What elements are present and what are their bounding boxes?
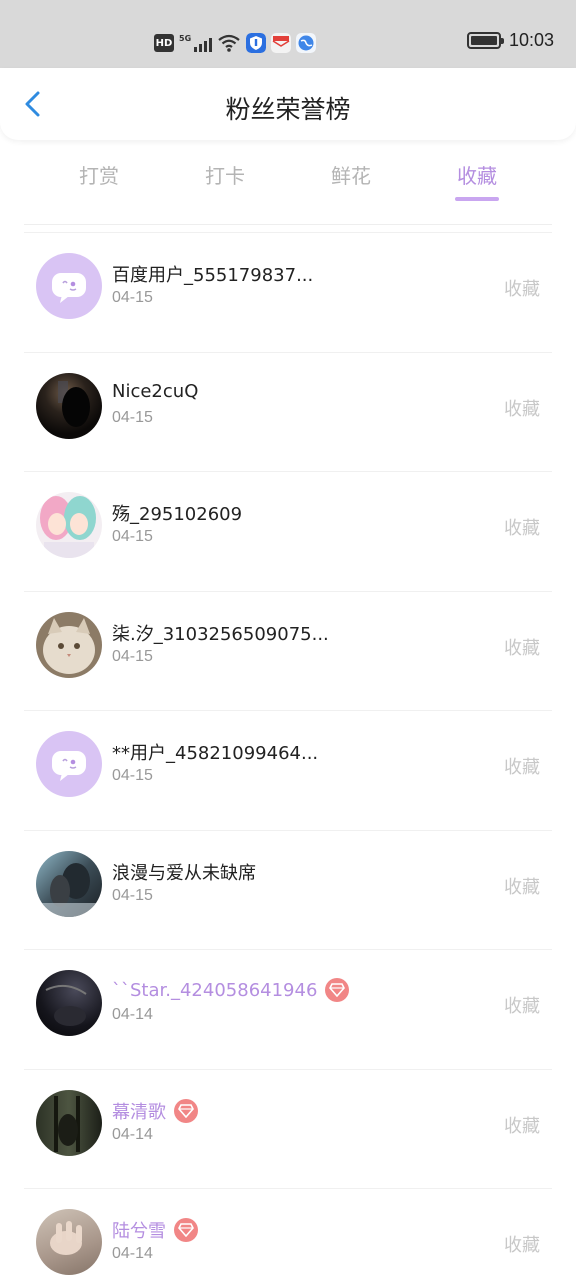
avatar[interactable]: [36, 611, 102, 678]
diamond-icon: [174, 1218, 198, 1242]
wifi-icon: [218, 34, 240, 52]
username: 陆兮雪: [112, 1217, 198, 1243]
avatar[interactable]: [36, 1209, 102, 1275]
username: 殇_295102609: [112, 504, 243, 525]
list-item[interactable]: 陆兮雪 04-14 收藏: [24, 1188, 552, 1280]
list-item[interactable]: 柒.汐_3103256509075... 04-15 收藏: [24, 590, 552, 711]
tab-favorites[interactable]: 收藏: [437, 160, 517, 189]
dark-night-image: [45, 984, 87, 1026]
list-item[interactable]: **用户_45821099464... 04-15 收藏: [24, 710, 552, 830]
header: 粉丝荣誉榜: [0, 68, 576, 140]
network-type: 5G: [179, 34, 192, 43]
divider: [24, 224, 552, 225]
chat-bubble-icon: [52, 751, 86, 781]
avatar[interactable]: [36, 1089, 102, 1156]
date: 04-14: [112, 1006, 153, 1023]
chat-bubble-icon: [52, 273, 86, 303]
clock: 10:03: [508, 30, 554, 50]
favorite-label: 收藏: [504, 1235, 540, 1256]
username: 幕清歌: [112, 1098, 198, 1124]
favorite-label: 收藏: [504, 996, 540, 1017]
diamond-icon: [325, 978, 350, 1002]
cat-image: [43, 617, 95, 674]
globe-app-icon: [296, 33, 317, 53]
username: Nice2cuQ: [112, 380, 199, 402]
avatar[interactable]: [36, 731, 102, 797]
username: 百度用户_555179837...: [112, 265, 314, 286]
status-icons: HD 5G: [154, 32, 317, 54]
avatar[interactable]: [36, 850, 102, 917]
status-right: 10:03: [466, 30, 554, 51]
tab-flowers[interactable]: 鲜花: [311, 160, 391, 189]
username: 柒.汐_3103256509075...: [112, 623, 329, 645]
hd-indicator: HD: [154, 34, 174, 52]
anime-girls-image: [40, 496, 96, 558]
avatar[interactable]: [36, 372, 102, 439]
date: 04-15: [112, 647, 153, 665]
shield-app-icon: [246, 33, 267, 53]
list-item[interactable]: 殇_295102609 04-15 收藏: [24, 471, 552, 591]
fan-list: 百度用户_555179837... 04-15 收藏 Nice2cuQ 04-1…: [0, 232, 576, 1280]
list-item[interactable]: 浪漫与爱从未缺席 04-15 收藏: [24, 829, 552, 950]
diamond-icon: [174, 1098, 198, 1123]
tab-bar: 打赏 打卡 鲜花 收藏: [0, 140, 576, 224]
avatar[interactable]: [36, 492, 102, 558]
list-item[interactable]: Nice2cuQ 04-15 收藏: [24, 351, 552, 472]
mail-app-icon: [271, 33, 292, 53]
battery-icon: [466, 32, 504, 49]
favorite-label: 收藏: [504, 279, 540, 300]
list-item[interactable]: ``Star._424058641946 04-14 收藏: [24, 949, 552, 1069]
status-bar: HD 5G 10:03: [0, 0, 576, 68]
favorite-label: 收藏: [504, 757, 540, 778]
tab-checkin[interactable]: 打卡: [185, 160, 265, 189]
dark-room-image: [54, 1095, 80, 1152]
date: 04-15: [112, 886, 153, 904]
tab-reward[interactable]: 打赏: [59, 160, 139, 189]
favorite-label: 收藏: [504, 637, 540, 659]
date: 04-15: [112, 408, 153, 426]
hand-photo-image: [50, 1221, 82, 1255]
date: 04-15: [112, 528, 153, 545]
date: 04-15: [112, 767, 153, 784]
dark-photo-image: [58, 380, 90, 427]
username: **用户_45821099464...: [112, 743, 319, 764]
avatar[interactable]: [36, 253, 102, 319]
active-tab-indicator: [455, 197, 499, 201]
date: 04-14: [112, 1245, 153, 1262]
list-item[interactable]: 百度用户_555179837... 04-15 收藏: [24, 232, 552, 352]
favorite-label: 收藏: [504, 1115, 540, 1137]
list-item[interactable]: 幕清歌 04-14 收藏: [24, 1068, 552, 1189]
username: ``Star._424058641946: [112, 978, 350, 1002]
couple-photo-image: [36, 862, 102, 917]
favorite-label: 收藏: [504, 876, 540, 898]
cellular-signal-icon: 5G: [179, 34, 213, 52]
favorite-label: 收藏: [504, 398, 540, 420]
date: 04-14: [112, 1125, 153, 1143]
page-title: 粉丝荣誉榜: [225, 95, 351, 124]
username: 浪漫与爱从未缺席: [112, 862, 256, 884]
date: 04-15: [112, 289, 153, 306]
favorite-label: 收藏: [504, 518, 540, 539]
avatar[interactable]: [36, 970, 102, 1036]
